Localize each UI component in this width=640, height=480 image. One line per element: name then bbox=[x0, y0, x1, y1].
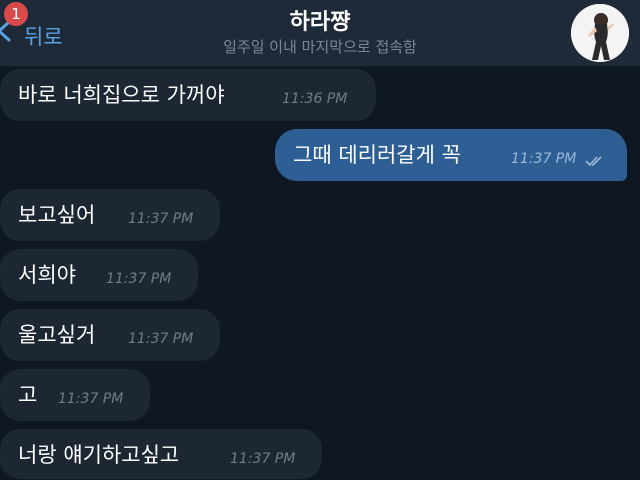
message-time: 11:37 PM bbox=[230, 451, 296, 467]
message-bubble[interactable]: 고 11:37 PM bbox=[0, 369, 150, 421]
message-text: 울고싶거 bbox=[18, 323, 96, 347]
message-time: 11:37 PM bbox=[128, 211, 194, 227]
message-time: 11:37 PM bbox=[106, 271, 172, 287]
profile-photo-icon bbox=[571, 4, 629, 62]
message-text: 고 bbox=[18, 383, 38, 407]
message-bubble[interactable]: 그때 데리러갈게 꼭 11:37 PM bbox=[275, 129, 627, 181]
chat-title[interactable]: 하라쨩 bbox=[0, 4, 640, 36]
message-text: 너랑 얘기하고싶고 bbox=[18, 443, 180, 467]
message-text: 바로 너희집으로 가꺼야 bbox=[18, 83, 225, 107]
last-seen-status: 일주일 이내 마지막으로 접속함 bbox=[223, 38, 417, 56]
message-bubble[interactable]: 바로 너희집으로 가꺼야 11:36 PM bbox=[0, 69, 376, 121]
message-time: 11:37 PM bbox=[511, 151, 577, 167]
chat-header: 뒤로 1 하라쨩 일주일 이내 마지막으로 접속함 bbox=[0, 0, 640, 67]
message-bubble[interactable]: 보고싶어 11:37 PM bbox=[0, 189, 220, 241]
message-time: 11:37 PM bbox=[128, 331, 194, 347]
message-bubble[interactable]: 너랑 얘기하고싶고 11:37 PM bbox=[0, 429, 322, 479]
message-list[interactable]: 바로 너희집으로 가꺼야 11:36 PM 그때 데리러갈게 꼭 11:37 P… bbox=[0, 67, 640, 480]
message-time: 11:36 PM bbox=[282, 91, 348, 107]
message-text: 보고싶어 bbox=[18, 203, 96, 227]
message-text: 그때 데리러갈게 꼭 bbox=[293, 143, 461, 167]
message-text: 서희야 bbox=[18, 263, 76, 287]
message-time: 11:37 PM bbox=[58, 391, 124, 407]
message-bubble[interactable]: 서희야 11:37 PM bbox=[0, 249, 198, 301]
message-bubble[interactable]: 울고싶거 11:37 PM bbox=[0, 309, 220, 361]
double-check-icon bbox=[585, 156, 602, 167]
avatar[interactable] bbox=[571, 4, 629, 62]
